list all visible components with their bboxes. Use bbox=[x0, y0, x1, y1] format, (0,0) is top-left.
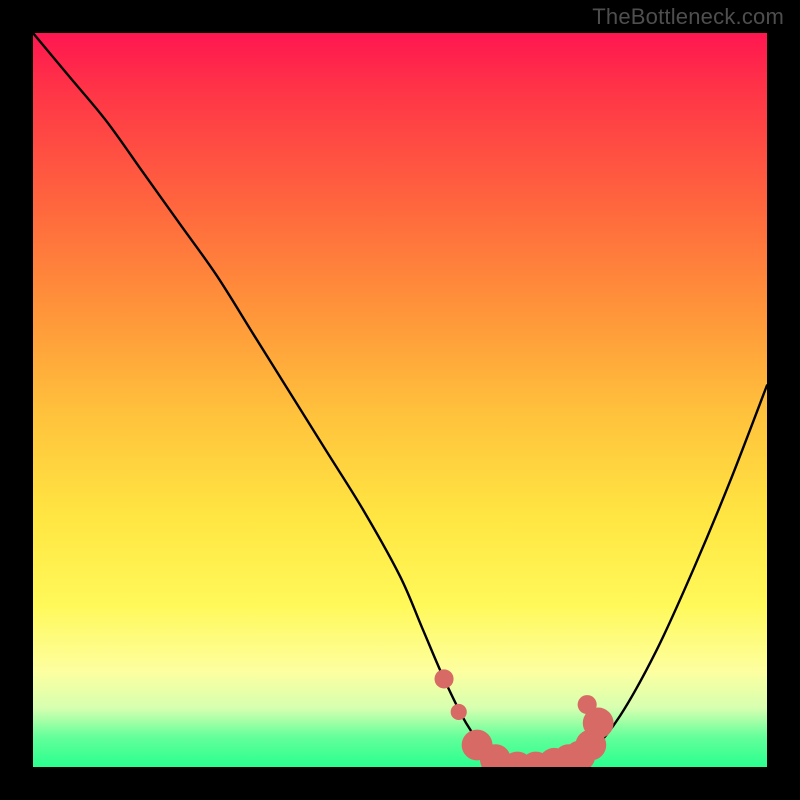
marker-layer bbox=[435, 669, 614, 767]
data-marker bbox=[435, 669, 454, 688]
attribution-label: TheBottleneck.com bbox=[592, 4, 784, 30]
plot-area bbox=[33, 33, 767, 767]
chart-stage: TheBottleneck.com bbox=[0, 0, 800, 800]
data-marker bbox=[578, 695, 597, 714]
bottleneck-curve bbox=[33, 33, 767, 767]
data-marker bbox=[451, 704, 467, 720]
chart-svg bbox=[33, 33, 767, 767]
